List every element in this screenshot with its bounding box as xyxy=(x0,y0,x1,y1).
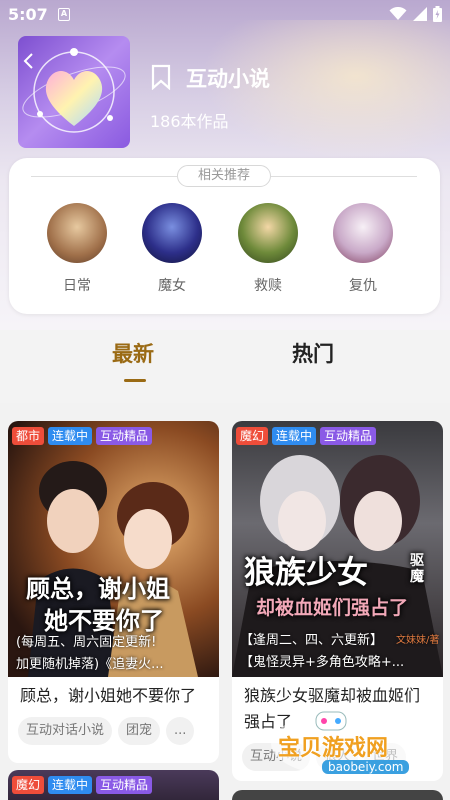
tag-status: 连载中 xyxy=(48,776,93,794)
cover-title-line1: 狼族少女 xyxy=(244,555,368,591)
recommend-label: 救赎 xyxy=(254,278,282,294)
cover-subtitle-line1: (每周五、周六固定更新! xyxy=(16,635,157,650)
battery-icon xyxy=(433,6,442,22)
tag-status: 连载中 xyxy=(48,427,93,445)
recommend-avatar xyxy=(333,203,393,263)
cover-author: 文妹妹/著 xyxy=(396,635,440,646)
page-title: 互动小说 xyxy=(186,67,270,91)
novel-cover: 魔幻 连载中 互动精品 狼族少女 驱魔 却被血姬们强占了 【逢周二、四、六更新】… xyxy=(232,421,443,677)
tab-hot[interactable]: 热门 xyxy=(292,338,334,368)
chip-more[interactable]: ... xyxy=(166,717,195,745)
recommend-title: 相关推荐 xyxy=(177,165,271,187)
tag-genre: 都市 xyxy=(12,427,45,445)
tab-latest[interactable]: 最新 xyxy=(112,338,154,368)
cover-subtitle-line2: 【鬼怪灵异+多角色攻略+... xyxy=(240,655,405,670)
watermark-url: baobeiy.com xyxy=(322,760,410,774)
cover-title-side: 驱魔 xyxy=(410,553,424,585)
tag-list: 魔幻 连载中 互动精品 xyxy=(236,427,377,445)
novel-cover: 魔幻 连载中 互动精品 xyxy=(8,770,219,800)
novel-cover: 都市 连载中 互动精品 顾总，谢小姐 她不要你了 (每周五、周六固定更新! 加更… xyxy=(8,421,219,677)
tag-quality: 互动精品 xyxy=(96,776,153,794)
novel-cover xyxy=(232,790,443,800)
recommend-item-revenge[interactable]: 复仇 xyxy=(331,203,395,295)
works-count: 186本作品 xyxy=(150,112,229,131)
tag-list: 都市 连载中 互动精品 xyxy=(12,427,153,445)
signal-icon xyxy=(413,7,427,21)
wifi-icon xyxy=(389,7,407,20)
recommend-label: 魔女 xyxy=(158,278,186,294)
recommend-avatar xyxy=(47,203,107,263)
cover-subtitle-line1: 【逢周二、四、六更新】 xyxy=(240,633,384,648)
recommend-label: 日常 xyxy=(63,278,91,294)
tag-quality: 互动精品 xyxy=(96,427,153,445)
recommend-label: 复仇 xyxy=(349,278,377,294)
recommend-item-redemption[interactable]: 救赎 xyxy=(236,203,300,295)
recommend-item-daily[interactable]: 日常 xyxy=(45,203,109,295)
chip-list: 互动对话小说 团宠 ... xyxy=(8,709,219,745)
tag-genre: 魔幻 xyxy=(236,427,269,445)
divider xyxy=(31,176,177,177)
recommend-item-witch[interactable]: 魔女 xyxy=(140,203,204,295)
notification-a-icon: A xyxy=(58,8,70,21)
chip[interactable]: 团宠 xyxy=(118,717,161,745)
novel-card-partial[interactable] xyxy=(232,790,443,800)
status-time: 5:07 xyxy=(8,5,48,24)
related-recommend-panel: 相关推荐 日常 魔女 救赎 复仇 xyxy=(9,158,440,314)
cover-title-line2: 却被血姬们强占了 xyxy=(256,597,409,619)
novel-card[interactable]: 魔幻 连载中 互动精品 xyxy=(8,770,219,800)
tag-genre: 魔幻 xyxy=(12,776,45,794)
tag-list: 魔幻 连载中 互动精品 xyxy=(12,776,153,794)
cover-title-line1: 顾总，谢小姐 xyxy=(26,575,170,603)
recommend-avatar xyxy=(142,203,202,263)
watermark: 宝贝游戏网 baobeiy.com xyxy=(268,706,448,784)
divider xyxy=(271,176,417,177)
novel-card[interactable]: 都市 连载中 互动精品 顾总，谢小姐 她不要你了 (每周五、周六固定更新! 加更… xyxy=(8,421,219,763)
novel-title: 顾总，谢小姐她不要你了 xyxy=(20,686,197,705)
back-arrow-icon[interactable] xyxy=(20,52,38,70)
cover-subtitle-line2: 加更随机掉落)《追妻火... xyxy=(16,657,164,672)
tab-indicator xyxy=(124,379,146,382)
status-bar: 5:07 A xyxy=(0,0,450,30)
tag-quality: 互动精品 xyxy=(320,427,377,445)
chip[interactable]: 互动对话小说 xyxy=(18,717,113,745)
watermark-text: 宝贝游戏网 xyxy=(278,736,389,761)
tag-status: 连载中 xyxy=(272,427,317,445)
recommend-avatar xyxy=(238,203,298,263)
bookmark-icon[interactable] xyxy=(150,64,172,90)
